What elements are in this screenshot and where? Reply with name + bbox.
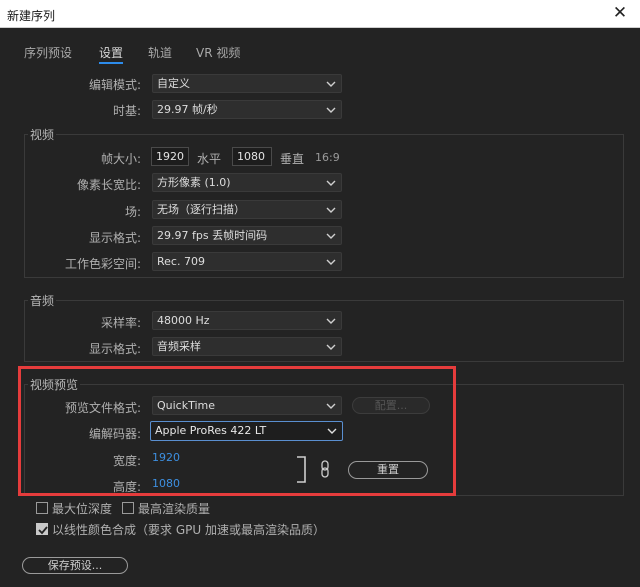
timebase-select[interactable]: 29.97 帧/秒: [152, 100, 342, 119]
max-render-quality-checkbox[interactable]: [122, 502, 134, 514]
tab-vr-video[interactable]: VR 视频: [196, 44, 240, 61]
chevron-down-icon: [325, 424, 339, 438]
max-render-quality-label: 最高渲染质量: [138, 500, 210, 517]
vertical-label: 垂直: [280, 150, 304, 167]
field-label: 场:: [125, 203, 141, 220]
audio-group-title: 音频: [28, 292, 56, 309]
video-group-title: 视频: [28, 126, 56, 143]
window-title: 新建序列: [7, 7, 55, 24]
sample-rate-select[interactable]: 48000 Hz: [152, 311, 342, 330]
timebase-value: 29.97 帧/秒: [157, 103, 218, 116]
frame-height-input[interactable]: 1080: [232, 147, 272, 166]
chevron-down-icon: [324, 340, 338, 354]
field-value: 无场（逐行扫描）: [157, 203, 245, 216]
editing-mode-label: 编辑模式:: [89, 76, 141, 93]
title-bar: 新建序列 ✕: [0, 0, 640, 28]
pixel-aspect-select[interactable]: 方形像素 (1.0): [152, 173, 342, 192]
pixel-aspect-label: 像素长宽比:: [77, 176, 141, 193]
codec-select[interactable]: Apple ProRes 422 LT: [150, 421, 343, 441]
chevron-down-icon: [324, 255, 338, 269]
active-tab-indicator: [99, 62, 123, 64]
editing-mode-value: 自定义: [157, 77, 190, 90]
editing-mode-select[interactable]: 自定义: [152, 74, 342, 93]
aspect-ratio-text: 16:9: [315, 151, 340, 164]
preview-file-format-select[interactable]: QuickTime: [152, 396, 342, 415]
chevron-down-icon: [324, 399, 338, 413]
tab-settings[interactable]: 设置: [99, 44, 123, 61]
chevron-down-icon: [324, 229, 338, 243]
linear-color-checkbox[interactable]: [36, 523, 48, 535]
codec-value: Apple ProRes 422 LT: [155, 424, 266, 437]
horizontal-label: 水平: [197, 150, 221, 167]
color-space-value: Rec. 709: [157, 255, 205, 268]
configure-button[interactable]: 配置...: [352, 397, 430, 414]
tab-sequence-presets[interactable]: 序列预设: [24, 44, 72, 61]
max-bit-depth-label: 最大位深度: [52, 500, 112, 517]
checkmark-icon: [37, 524, 49, 536]
frame-width-input[interactable]: 1920: [151, 147, 189, 166]
pixel-aspect-value: 方形像素 (1.0): [157, 176, 231, 189]
tab-tracks[interactable]: 轨道: [148, 44, 172, 61]
video-display-format-select[interactable]: 29.97 fps 丢帧时间码: [152, 226, 342, 245]
video-display-format-value: 29.97 fps 丢帧时间码: [157, 229, 267, 242]
preview-file-format-label: 预览文件格式:: [65, 399, 141, 416]
codec-label: 编解码器:: [89, 425, 141, 442]
audio-display-format-value: 音频采样: [157, 340, 201, 353]
save-preset-button[interactable]: 保存预设...: [22, 557, 128, 574]
max-bit-depth-checkbox[interactable]: [36, 502, 48, 514]
reset-button[interactable]: 重置: [348, 461, 428, 479]
sample-rate-label: 采样率:: [101, 314, 141, 331]
chevron-down-icon: [324, 176, 338, 190]
preview-height-value[interactable]: 1080: [152, 477, 180, 490]
linear-color-label: 以线性颜色合成（要求 GPU 加速或最高渲染品质）: [52, 521, 325, 538]
sample-rate-value: 48000 Hz: [157, 314, 210, 327]
chevron-down-icon: [324, 203, 338, 217]
video-display-format-label: 显示格式:: [89, 229, 141, 246]
field-select[interactable]: 无场（逐行扫描）: [152, 200, 342, 219]
preview-width-value[interactable]: 1920: [152, 451, 180, 464]
video-preview-group-title: 视频预览: [28, 376, 80, 393]
close-icon[interactable]: ✕: [600, 0, 640, 28]
timebase-label: 时基:: [113, 102, 141, 119]
preview-height-label: 高度:: [113, 478, 141, 495]
preview-file-format-value: QuickTime: [157, 399, 215, 412]
color-space-select[interactable]: Rec. 709: [152, 252, 342, 271]
color-space-label: 工作色彩空间:: [65, 255, 141, 272]
frame-size-label: 帧大小:: [101, 150, 141, 167]
chevron-down-icon: [324, 314, 338, 328]
preview-width-label: 宽度:: [113, 452, 141, 469]
audio-display-format-select[interactable]: 音频采样: [152, 337, 342, 356]
bracket-icon: [296, 456, 308, 483]
chevron-down-icon: [324, 103, 338, 117]
chevron-down-icon: [324, 77, 338, 91]
audio-display-format-label: 显示格式:: [89, 340, 141, 357]
link-icon[interactable]: [320, 460, 330, 478]
